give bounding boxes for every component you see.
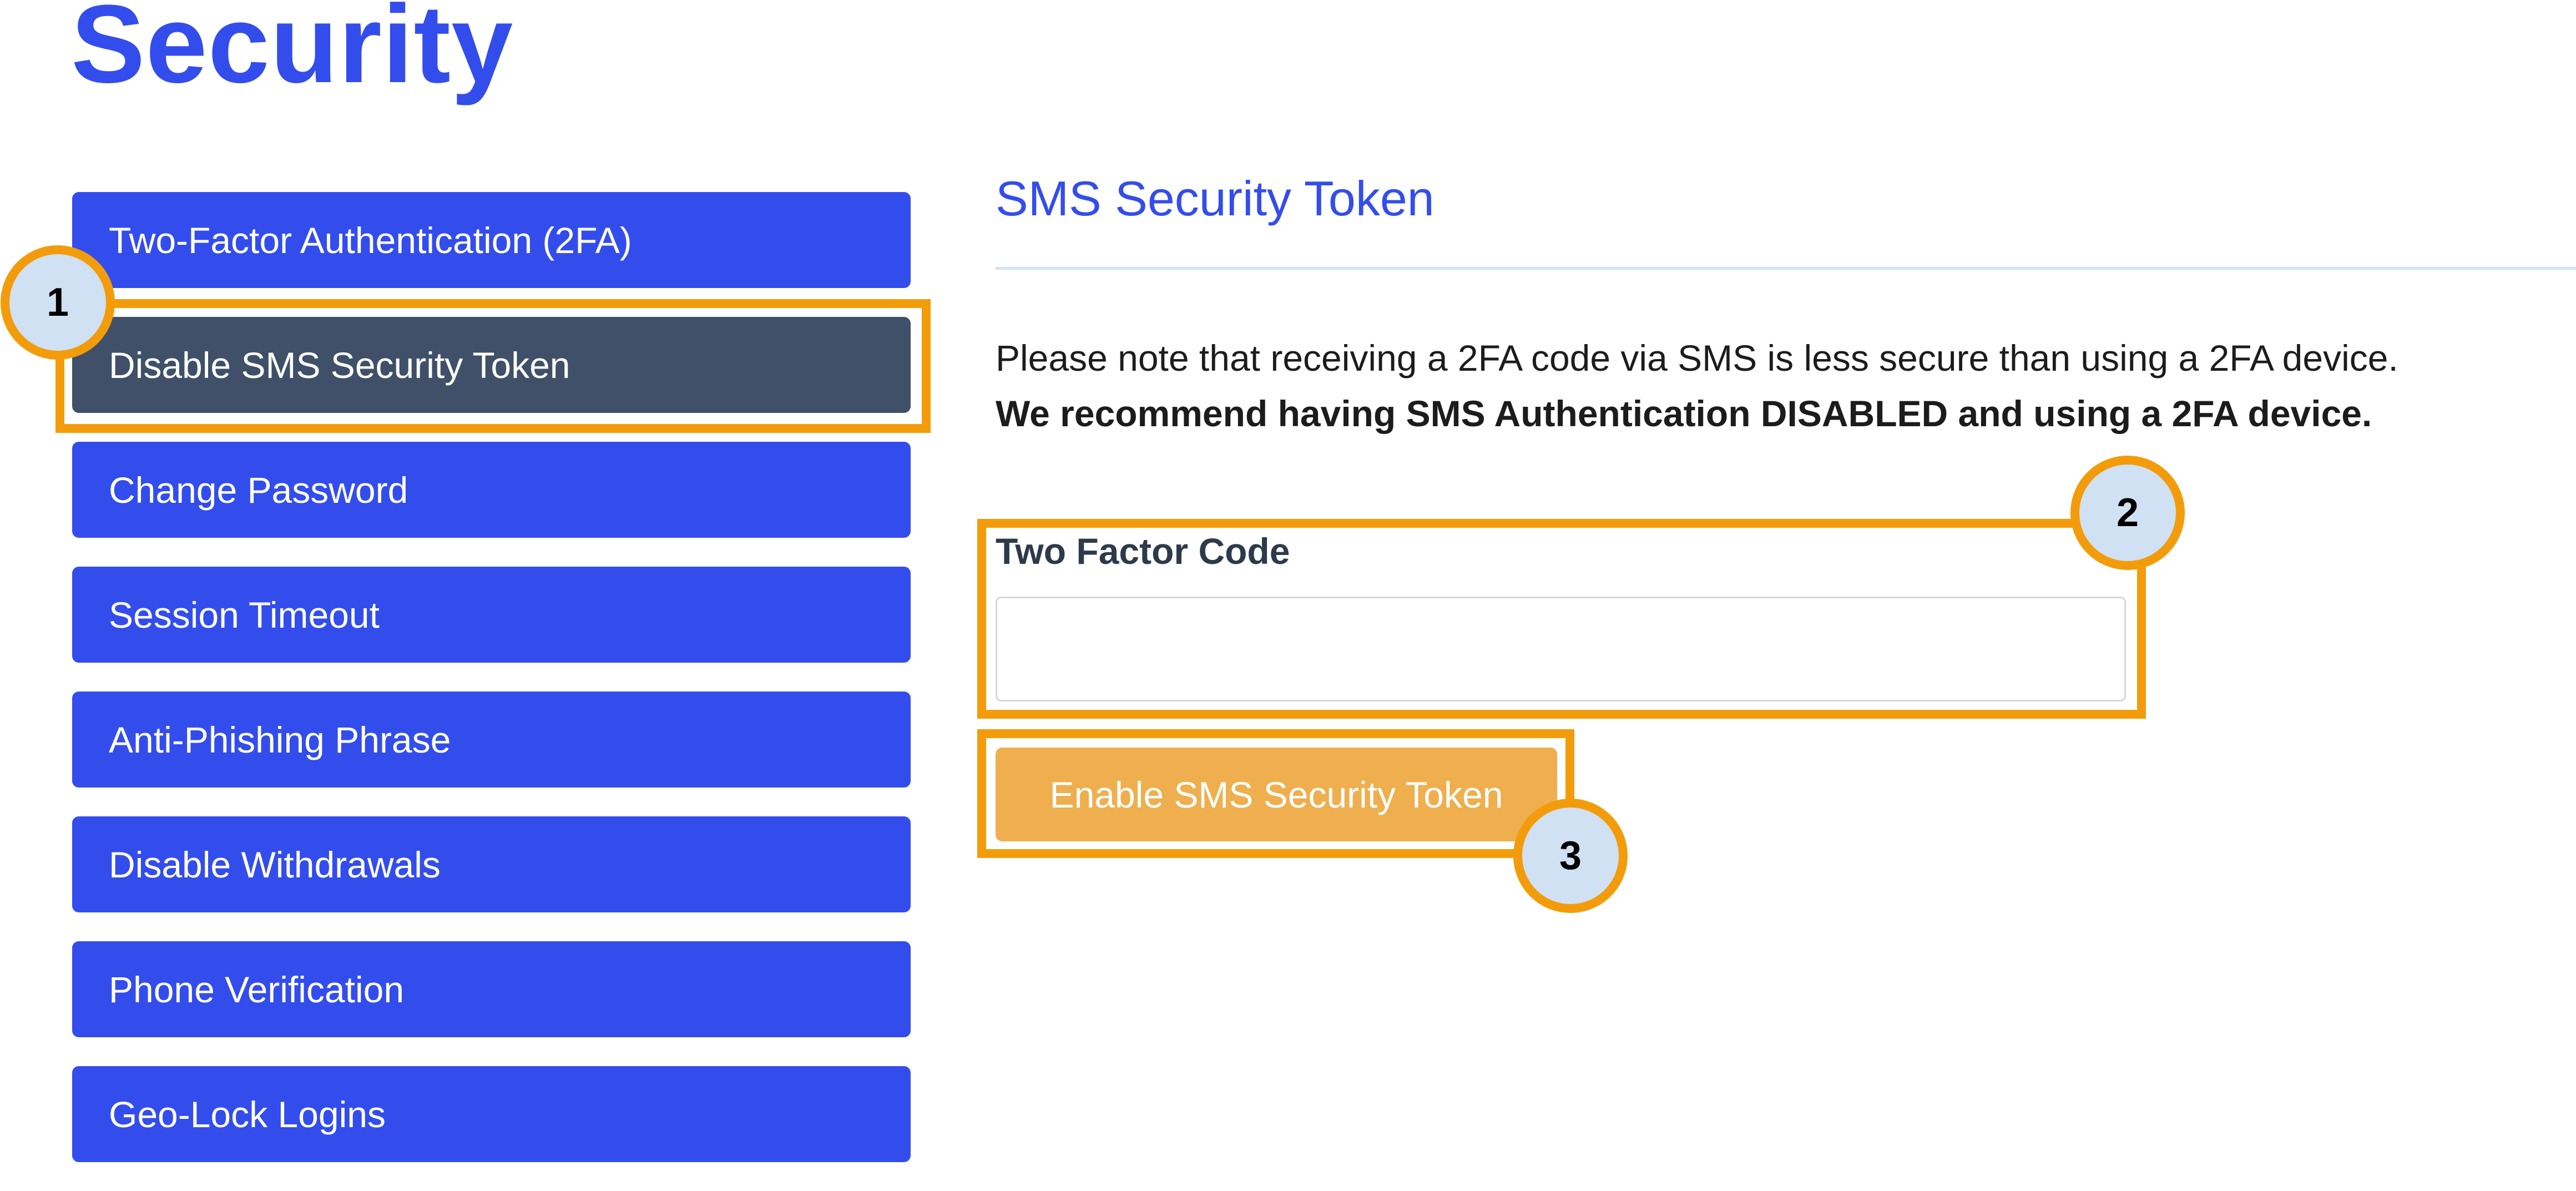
sidebar-item-two-factor-authentication[interactable]: Two-Factor Authentication (2FA): [72, 192, 911, 288]
note-line-1: Please note that receiving a 2FA code vi…: [996, 337, 2398, 379]
sidebar-item-geo-lock-logins[interactable]: Geo-Lock Logins: [72, 1066, 911, 1162]
sidebar-item-change-password[interactable]: Change Password: [72, 442, 911, 538]
sidebar-item-disable-withdrawals[interactable]: Disable Withdrawals: [72, 816, 911, 912]
sidebar-item-label: Change Password: [109, 469, 408, 511]
sidebar-item-label: Disable SMS Security Token: [109, 344, 570, 386]
section-heading: SMS Security Token: [996, 171, 1435, 226]
sidebar-item-session-timeout[interactable]: Session Timeout: [72, 567, 911, 663]
annotation-marker-2: 2: [2070, 456, 2185, 570]
section-divider: [996, 267, 2576, 270]
note-line-2-recommendation: We recommend having SMS Authentication D…: [996, 393, 2372, 434]
sidebar-item-label: Geo-Lock Logins: [109, 1093, 386, 1135]
page-title: Security: [71, 0, 514, 106]
sidebar-item-anti-phishing-phrase[interactable]: Anti-Phishing Phrase: [72, 692, 911, 788]
sidebar-item-label: Disable Withdrawals: [109, 844, 441, 885]
security-sidebar: Two-Factor Authentication (2FA) Disable …: [72, 192, 911, 1191]
two-factor-code-input[interactable]: [996, 597, 2126, 702]
sidebar-item-label: Two-Factor Authentication (2FA): [109, 219, 632, 261]
sidebar-item-phone-verification[interactable]: Phone Verification: [72, 941, 911, 1037]
sidebar-item-disable-sms-security-token[interactable]: Disable SMS Security Token: [72, 317, 911, 413]
sms-security-note: Please note that receiving a 2FA code vi…: [996, 330, 2572, 441]
sidebar-item-label: Session Timeout: [109, 594, 380, 635]
sidebar-item-label: Phone Verification: [109, 968, 405, 1010]
sidebar-item-label: Anti-Phishing Phrase: [109, 719, 451, 760]
two-factor-code-label: Two Factor Code: [996, 531, 1290, 572]
enable-sms-security-token-button[interactable]: Enable SMS Security Token: [996, 748, 1557, 841]
